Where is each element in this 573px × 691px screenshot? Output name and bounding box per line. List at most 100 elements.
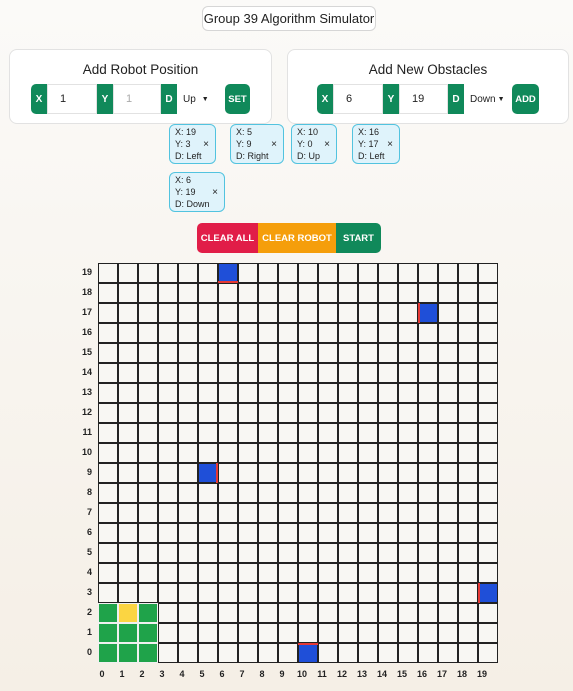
grid-cell[interactable]: [258, 623, 278, 643]
grid-cell[interactable]: [198, 283, 218, 303]
grid-cell[interactable]: [158, 323, 178, 343]
simulation-grid[interactable]: [98, 263, 498, 663]
grid-cell[interactable]: [458, 623, 478, 643]
grid-cell[interactable]: [198, 623, 218, 643]
grid-cell[interactable]: [438, 563, 458, 583]
grid-cell[interactable]: [138, 323, 158, 343]
obstacle-cell[interactable]: [198, 463, 218, 483]
grid-cell[interactable]: [138, 543, 158, 563]
grid-cell[interactable]: [98, 523, 118, 543]
grid-cell[interactable]: [258, 583, 278, 603]
grid-cell[interactable]: [98, 443, 118, 463]
grid-cell[interactable]: [98, 283, 118, 303]
grid-cell[interactable]: [258, 543, 278, 563]
grid-cell[interactable]: [238, 583, 258, 603]
grid-cell[interactable]: [98, 303, 118, 323]
grid-cell[interactable]: [298, 423, 318, 443]
grid-cell[interactable]: [478, 323, 498, 343]
grid-cell[interactable]: [138, 403, 158, 423]
grid-cell[interactable]: [298, 583, 318, 603]
grid-cell[interactable]: [378, 423, 398, 443]
grid-cell[interactable]: [438, 343, 458, 363]
grid-cell[interactable]: [478, 483, 498, 503]
grid-cell[interactable]: [198, 643, 218, 663]
grid-cell[interactable]: [218, 463, 238, 483]
grid-cell[interactable]: [378, 283, 398, 303]
grid-cell[interactable]: [438, 443, 458, 463]
grid-cell[interactable]: [458, 463, 478, 483]
grid-cell[interactable]: [318, 503, 338, 523]
grid-cell[interactable]: [478, 443, 498, 463]
grid-cell[interactable]: [98, 583, 118, 603]
grid-cell[interactable]: [218, 403, 238, 423]
grid-cell[interactable]: [418, 543, 438, 563]
grid-cell[interactable]: [138, 523, 158, 543]
grid-cell[interactable]: [198, 403, 218, 423]
grid-cell[interactable]: [438, 543, 458, 563]
grid-cell[interactable]: [298, 263, 318, 283]
grid-cell[interactable]: [338, 603, 358, 623]
grid-cell[interactable]: [458, 603, 478, 623]
grid-cell[interactable]: [298, 463, 318, 483]
clear-robot-button[interactable]: CLEAR ROBOT: [258, 223, 336, 253]
grid-cell[interactable]: [118, 543, 138, 563]
grid-cell[interactable]: [198, 503, 218, 523]
obstacle-x-input[interactable]: 6: [333, 84, 383, 114]
grid-cell[interactable]: [338, 403, 358, 423]
grid-cell[interactable]: [458, 383, 478, 403]
grid-cell[interactable]: [258, 283, 278, 303]
grid-cell[interactable]: [138, 383, 158, 403]
grid-cell[interactable]: [258, 463, 278, 483]
obstacle-cell[interactable]: [218, 263, 238, 283]
grid-cell[interactable]: [138, 363, 158, 383]
grid-cell[interactable]: [98, 383, 118, 403]
grid-cell[interactable]: [338, 263, 358, 283]
close-icon[interactable]: ×: [387, 139, 393, 151]
grid-cell[interactable]: [298, 443, 318, 463]
start-button[interactable]: START: [336, 223, 381, 253]
grid-cell[interactable]: [318, 283, 338, 303]
grid-cell[interactable]: [338, 463, 358, 483]
grid-cell[interactable]: [198, 263, 218, 283]
grid-cell[interactable]: [178, 483, 198, 503]
grid-cell[interactable]: [358, 423, 378, 443]
robot-cell[interactable]: [98, 643, 118, 663]
grid-cell[interactable]: [198, 603, 218, 623]
grid-cell[interactable]: [198, 543, 218, 563]
grid-cell[interactable]: [298, 563, 318, 583]
grid-cell[interactable]: [158, 343, 178, 363]
grid-cell[interactable]: [338, 503, 358, 523]
grid-cell[interactable]: [438, 263, 458, 283]
grid-cell[interactable]: [418, 623, 438, 643]
grid-cell[interactable]: [478, 503, 498, 523]
grid-cell[interactable]: [278, 543, 298, 563]
grid-cell[interactable]: [198, 483, 218, 503]
grid-cell[interactable]: [378, 563, 398, 583]
robot-x-input[interactable]: 1: [47, 84, 97, 114]
grid-cell[interactable]: [238, 283, 258, 303]
grid-cell[interactable]: [198, 363, 218, 383]
grid-cell[interactable]: [238, 423, 258, 443]
grid-cell[interactable]: [118, 443, 138, 463]
obstacle-y-input[interactable]: 19: [399, 84, 448, 114]
grid-cell[interactable]: [238, 403, 258, 423]
grid-cell[interactable]: [258, 263, 278, 283]
grid-cell[interactable]: [438, 603, 458, 623]
grid-cell[interactable]: [378, 583, 398, 603]
grid-cell[interactable]: [418, 403, 438, 423]
grid-cell[interactable]: [378, 523, 398, 543]
grid-cell[interactable]: [198, 583, 218, 603]
grid-cell[interactable]: [298, 323, 318, 343]
grid-cell[interactable]: [158, 503, 178, 523]
grid-cell[interactable]: [358, 303, 378, 323]
grid-cell[interactable]: [458, 363, 478, 383]
grid-cell[interactable]: [318, 443, 338, 463]
grid-cell[interactable]: [418, 323, 438, 343]
grid-cell[interactable]: [438, 643, 458, 663]
grid-cell[interactable]: [478, 343, 498, 363]
robot-cell[interactable]: [138, 643, 158, 663]
grid-cell[interactable]: [298, 603, 318, 623]
grid-cell[interactable]: [438, 463, 458, 483]
grid-cell[interactable]: [278, 263, 298, 283]
grid-cell[interactable]: [118, 283, 138, 303]
